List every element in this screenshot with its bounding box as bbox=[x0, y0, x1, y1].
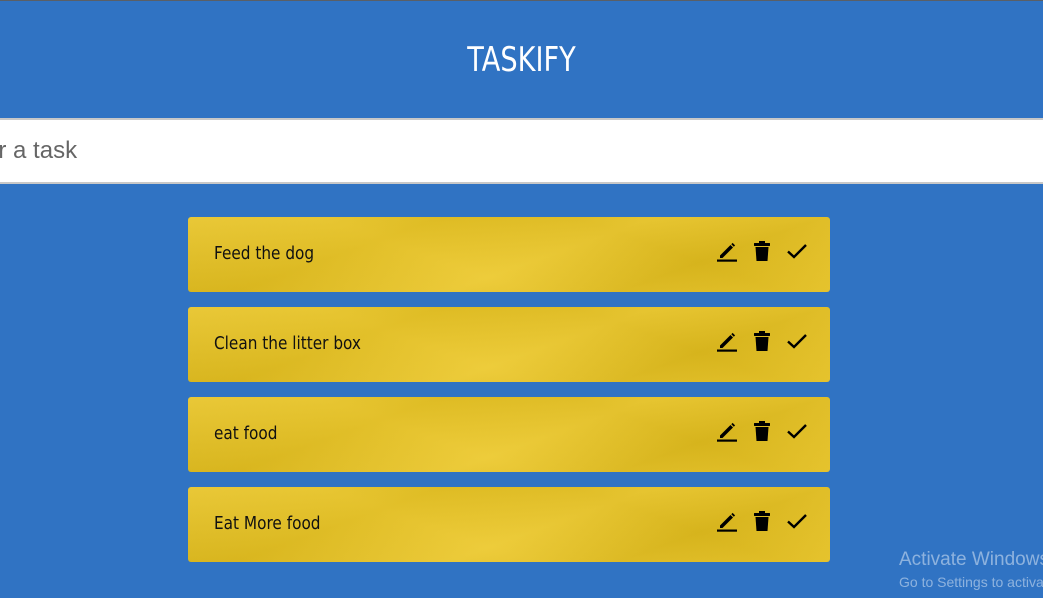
task-actions bbox=[705, 509, 810, 533]
trash-icon[interactable] bbox=[749, 239, 775, 263]
task-text: Clean the litter box bbox=[214, 333, 361, 354]
task-input[interactable] bbox=[0, 120, 1029, 182]
task-text: eat food bbox=[214, 423, 278, 444]
task-list: Feed the dog Clean the litter box eat fo… bbox=[188, 217, 830, 577]
task-card: eat food bbox=[188, 397, 830, 472]
trash-icon[interactable] bbox=[749, 329, 775, 353]
task-input-bar bbox=[0, 118, 1043, 184]
edit-icon[interactable] bbox=[714, 239, 740, 263]
watermark-subtitle: Go to Settings to activate Windows. bbox=[899, 574, 1043, 590]
check-icon[interactable] bbox=[784, 509, 810, 533]
task-card: Eat More food bbox=[188, 487, 830, 562]
task-text: Feed the dog bbox=[214, 243, 315, 264]
trash-icon[interactable] bbox=[749, 419, 775, 443]
check-icon[interactable] bbox=[784, 239, 810, 263]
edit-icon[interactable] bbox=[714, 419, 740, 443]
task-card: Clean the litter box bbox=[188, 307, 830, 382]
edit-icon[interactable] bbox=[714, 509, 740, 533]
task-actions bbox=[705, 329, 810, 353]
watermark-title: Activate Windows bbox=[899, 549, 1043, 570]
app-title: TASKIFY bbox=[467, 40, 576, 80]
check-icon[interactable] bbox=[784, 419, 810, 443]
activation-watermark: Activate Windows Go to Settings to activ… bbox=[899, 548, 1043, 592]
task-actions bbox=[705, 419, 810, 443]
window-top-border bbox=[0, 0, 1043, 1]
task-actions bbox=[705, 239, 810, 263]
check-icon[interactable] bbox=[784, 329, 810, 353]
trash-icon[interactable] bbox=[749, 509, 775, 533]
task-text: Eat More food bbox=[214, 513, 321, 534]
edit-icon[interactable] bbox=[714, 329, 740, 353]
task-card: Feed the dog bbox=[188, 217, 830, 292]
